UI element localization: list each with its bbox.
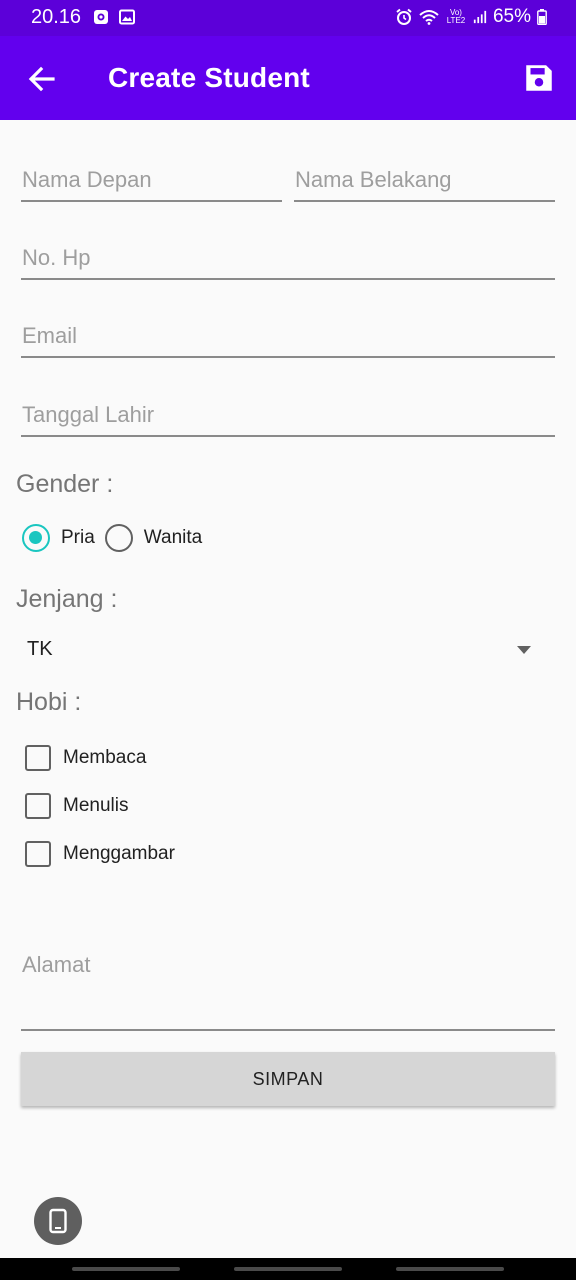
gallery-icon [119, 9, 135, 25]
gender-option-label[interactable]: Pria [61, 527, 95, 549]
gender-radio-pria[interactable] [22, 524, 50, 552]
checkbox-icon[interactable] [25, 745, 51, 771]
dropdown-arrow-icon [517, 646, 531, 654]
phone-input[interactable] [21, 244, 555, 280]
signal-icon [473, 10, 487, 24]
email-input[interactable] [21, 322, 555, 358]
app-bar: Create Student [0, 36, 576, 120]
gender-radio-group: Pria Wanita [22, 524, 202, 552]
level-selected-value: TK [27, 638, 53, 660]
gender-option-label[interactable]: Wanita [144, 527, 202, 549]
hobby-option-label: Membaca [63, 747, 147, 768]
save-submit-button[interactable]: SIMPAN [21, 1052, 555, 1106]
nav-home-button[interactable] [234, 1267, 342, 1271]
level-dropdown[interactable]: TK [27, 634, 537, 668]
rotate-screen-button[interactable] [34, 1197, 82, 1245]
address-input[interactable] [21, 952, 555, 1031]
notification-icon [94, 10, 108, 24]
first-name-input[interactable] [21, 166, 282, 202]
wifi-icon [419, 10, 439, 25]
status-time: 20.16 [31, 6, 82, 28]
page-title: Create Student [108, 62, 310, 93]
lte-icon: Vo) LTE2 [446, 8, 466, 25]
hobby-checkbox-membaca[interactable]: Membaca [25, 745, 146, 771]
battery-icon [537, 9, 547, 25]
phone-rotate-icon [49, 1208, 67, 1234]
hobby-option-label: Menulis [63, 795, 129, 816]
hobby-checkbox-menggambar[interactable]: Menggambar [25, 841, 175, 867]
status-bar: 20.16 Vo) LTE2 65% [0, 0, 576, 36]
arrow-back-icon[interactable] [26, 63, 58, 95]
save-icon[interactable] [522, 61, 556, 95]
last-name-input[interactable] [294, 166, 555, 202]
checkbox-icon[interactable] [25, 793, 51, 819]
alarm-icon [396, 8, 412, 25]
level-label: Jenjang : [16, 585, 118, 613]
gender-label: Gender : [16, 470, 114, 498]
hobby-checkbox-menulis[interactable]: Menulis [25, 793, 128, 819]
hobby-option-label: Menggambar [63, 843, 175, 864]
hobby-label: Hobi : [16, 688, 82, 716]
checkbox-icon[interactable] [25, 841, 51, 867]
system-navigation-bar [0, 1258, 576, 1280]
birth-date-input[interactable] [21, 401, 555, 437]
nav-recent-button[interactable] [72, 1267, 180, 1271]
gender-radio-wanita[interactable] [104, 524, 133, 552]
battery-percent: 65% [492, 6, 531, 27]
nav-back-button[interactable] [396, 1267, 504, 1271]
